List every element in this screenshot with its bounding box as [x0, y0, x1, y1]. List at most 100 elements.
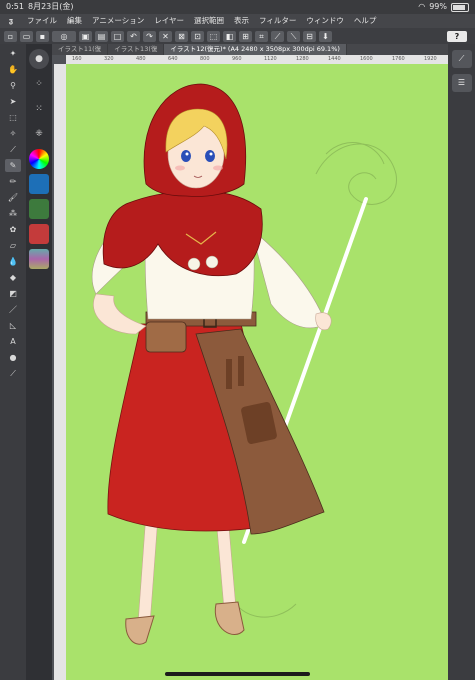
- menu-view[interactable]: 表示: [229, 14, 254, 28]
- new-icon[interactable]: ▫: [4, 30, 17, 42]
- tab-document-11[interactable]: イラスト11(復: [52, 44, 109, 55]
- fill-icon[interactable]: ◆: [5, 271, 21, 284]
- deselect-icon[interactable]: ⬚: [207, 30, 220, 42]
- approximate-color-icon[interactable]: [29, 224, 49, 244]
- brush-size-large-icon[interactable]: ⁜: [29, 124, 49, 144]
- invert-icon[interactable]: ◧: [223, 30, 236, 42]
- gradient-icon[interactable]: ◩: [5, 287, 21, 300]
- operation-icon[interactable]: ➤: [5, 95, 21, 108]
- ruler-snap-icon[interactable]: ⟋: [271, 30, 284, 42]
- zoom-icon[interactable]: ⚲: [5, 79, 21, 92]
- eye-left: [181, 150, 191, 162]
- ruler-tick: 160: [72, 56, 82, 62]
- ios-status-bar: 0:51 8月23日(金) ◠ 99%: [0, 0, 475, 14]
- clip-icon[interactable]: ◎: [52, 30, 76, 42]
- menu-filter[interactable]: フィルター: [254, 14, 301, 28]
- pom-pom-left: [187, 257, 201, 271]
- text-icon[interactable]: A: [5, 335, 21, 348]
- color-history-icon[interactable]: [29, 249, 49, 269]
- clear-icon[interactable]: ✕: [159, 30, 172, 42]
- menu-edit[interactable]: 編集: [62, 14, 87, 28]
- home-indicator[interactable]: [165, 672, 310, 676]
- airbrush-icon[interactable]: ⁂: [5, 207, 21, 220]
- grid-snap-icon[interactable]: ⊟: [303, 30, 316, 42]
- redo-icon[interactable]: ↷: [143, 30, 156, 42]
- blend-icon[interactable]: 💧: [5, 255, 21, 268]
- belt-pouch: [145, 321, 187, 353]
- figure-icon[interactable]: ／: [5, 303, 21, 316]
- illustration: [91, 83, 397, 645]
- selection-icon[interactable]: ⬚: [5, 111, 21, 124]
- undo-icon[interactable]: ↶: [127, 30, 140, 42]
- intermediate-color-icon[interactable]: [29, 199, 49, 219]
- apron-strap: [226, 359, 232, 389]
- ruler-tick: 1280: [296, 56, 309, 62]
- ruler-tick: 1920: [424, 56, 437, 62]
- blush-left: [175, 165, 185, 171]
- balloon-icon[interactable]: ●: [5, 351, 21, 364]
- ruler-tick: 320: [104, 56, 114, 62]
- menu-file[interactable]: ファイル: [22, 14, 62, 28]
- brush-size-small-icon[interactable]: ⁘: [29, 74, 49, 94]
- brush-preview-icon[interactable]: ⟋: [451, 50, 472, 68]
- ruler-tick: 1120: [264, 56, 277, 62]
- wifi-icon: ◠: [418, 2, 426, 11]
- save-icon[interactable]: ▪: [36, 30, 49, 42]
- fill-transparent-icon[interactable]: ⊠: [175, 30, 188, 42]
- correct-line-icon[interactable]: ⟋: [5, 367, 21, 380]
- arm-left: [93, 293, 147, 335]
- menu-help[interactable]: ヘルプ: [349, 14, 382, 28]
- drawing-canvas[interactable]: [66, 64, 448, 680]
- menu-window[interactable]: ウィンドウ: [301, 14, 349, 28]
- brush-size-medium-icon[interactable]: ⁙: [29, 99, 49, 119]
- eraser-icon[interactable]: ▱: [5, 239, 21, 252]
- color-wheel-icon[interactable]: [29, 149, 49, 169]
- brush-icon[interactable]: 🖌: [5, 191, 21, 204]
- transform-icon[interactable]: ⊡: [191, 30, 204, 42]
- eye-right: [205, 150, 215, 162]
- fill-icon[interactable]: ⬇: [319, 30, 332, 42]
- brush-size-icon[interactable]: ●: [29, 49, 49, 69]
- menu-layer[interactable]: レイヤー: [149, 14, 189, 28]
- status-right: ◠ 99%: [418, 0, 469, 14]
- special-ruler-icon[interactable]: ⟍: [287, 30, 300, 42]
- layer-icon[interactable]: ▣: [79, 30, 92, 42]
- menu-selection[interactable]: 選択範囲: [189, 14, 229, 28]
- sub-tool-column: ● ⁘ ⁙ ⁜: [26, 44, 52, 680]
- red-cape: [102, 190, 263, 277]
- pointer-icon[interactable]: ✦: [5, 47, 21, 60]
- eyedropper-icon[interactable]: ⟋: [5, 143, 21, 156]
- ruler-tick: 640: [168, 56, 178, 62]
- blush-right: [213, 165, 223, 171]
- white-square-icon[interactable]: □: [111, 30, 124, 42]
- pen-icon[interactable]: ✎: [5, 159, 21, 172]
- expand-icon[interactable]: ⊞: [239, 30, 252, 42]
- tab-document-13[interactable]: イラスト13(復: [108, 44, 165, 55]
- tab-document-12[interactable]: イラスト12(復元)* (A4 2480 x 3508px 300dpi 69.…: [164, 44, 347, 55]
- ruler-tick: 1760: [392, 56, 405, 62]
- hand-icon[interactable]: ✋: [5, 63, 21, 76]
- sleeve-right: [250, 228, 327, 329]
- ruler-top: 160 320 480 640 800 960 1120 1280 1440 1…: [66, 55, 448, 64]
- crop-icon[interactable]: ⌗: [255, 30, 268, 42]
- decoration-icon[interactable]: ✿: [5, 223, 21, 236]
- ruler-tick: 960: [232, 56, 242, 62]
- color-set-icon[interactable]: [29, 174, 49, 194]
- auto-select-icon[interactable]: ✧: [5, 127, 21, 140]
- app-logo-icon[interactable]: ჳ: [0, 14, 22, 28]
- help-button[interactable]: ?: [447, 30, 467, 42]
- battery-label: 99%: [429, 2, 447, 11]
- open-icon[interactable]: ▭: [20, 30, 33, 42]
- ruler-tick: 1440: [328, 56, 341, 62]
- pencil-icon[interactable]: ✏: [5, 175, 21, 188]
- sandal-left: [125, 615, 155, 645]
- ruler-icon[interactable]: ◺: [5, 319, 21, 332]
- leg-left: [137, 513, 159, 625]
- layer-panel-icon[interactable]: ☰: [451, 74, 472, 92]
- right-panel: ⟋ ☰: [448, 44, 475, 680]
- ruler-tick: 1600: [360, 56, 373, 62]
- status-date: 8月23日(金): [28, 2, 74, 11]
- menu-animation[interactable]: アニメーション: [87, 14, 149, 28]
- status-time: 0:51: [6, 2, 24, 11]
- layer2-icon[interactable]: ▤: [95, 30, 108, 42]
